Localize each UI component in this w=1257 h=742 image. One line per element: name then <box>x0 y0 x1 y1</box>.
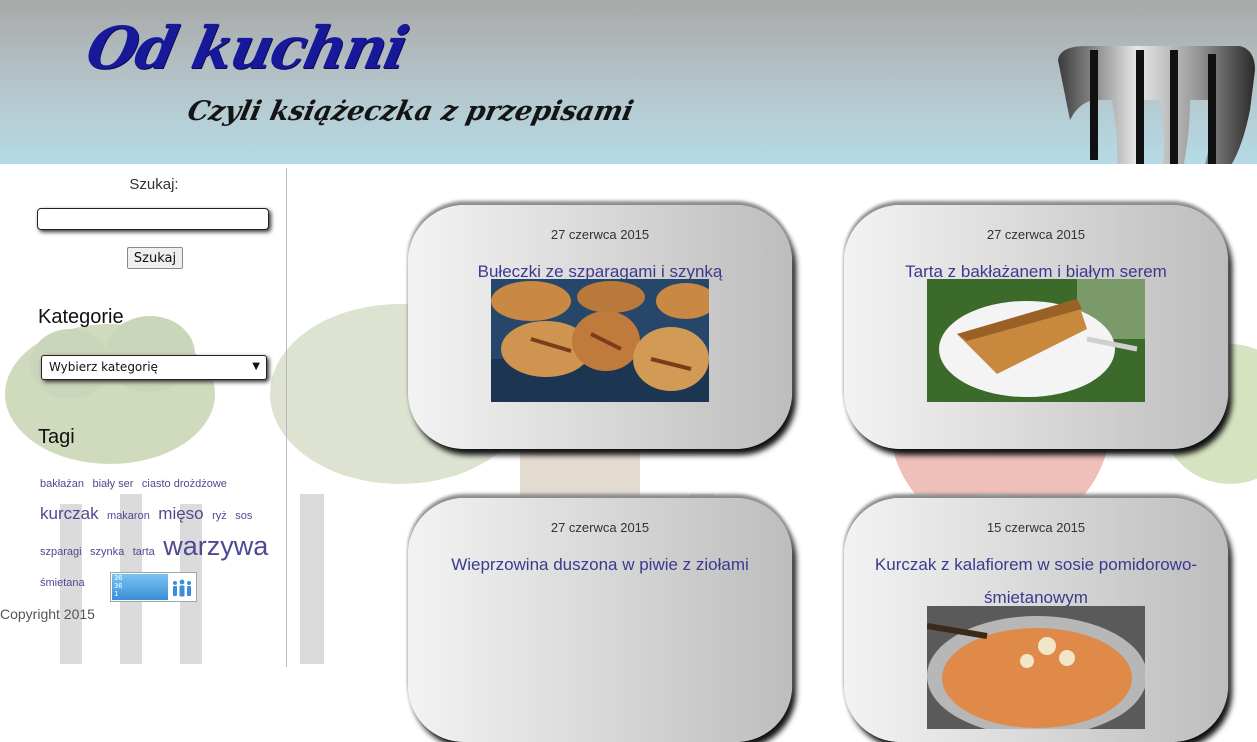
post-thumbnail-image[interactable] <box>927 606 1145 729</box>
post-card[interactable]: 27 czerwca 2015 Tarta z bakłażanem i bia… <box>844 205 1228 449</box>
tag-link[interactable]: tarta <box>133 546 155 558</box>
tag-link[interactable]: makaron <box>107 510 150 522</box>
counter-line: 36 <box>114 574 123 582</box>
post-title-link[interactable]: Kurczak z kalafiorem w sosie pomidorowo-… <box>860 548 1212 614</box>
post-date: 15 czerwca 2015 <box>986 520 1086 535</box>
site-header: Od kuchni Czyli książeczka z przepisami <box>0 0 1257 164</box>
counter-line: 1 <box>114 590 119 598</box>
counter-line: 36 <box>114 582 123 590</box>
post-thumbnail-image[interactable] <box>491 279 709 402</box>
copyright: Copyright 2015 <box>0 606 95 622</box>
tag-link[interactable]: szparagi <box>40 546 82 558</box>
fork-logo-icon <box>1058 45 1255 164</box>
tag-link[interactable]: sos <box>235 510 252 522</box>
category-select[interactable]: Wybierz kategorię ▼ <box>41 355 267 380</box>
post-title-link[interactable]: Wieprzowina duszona w piwie z ziołami <box>424 548 776 581</box>
tag-link[interactable]: kurczak <box>40 504 99 523</box>
post-thumbnail-image[interactable] <box>927 279 1145 402</box>
people-icon <box>173 579 191 597</box>
tag-link[interactable]: szynka <box>90 546 124 558</box>
tag-link[interactable]: śmietana <box>40 577 85 589</box>
site-title[interactable]: Od kuchni <box>81 14 413 82</box>
visitor-counter-badge[interactable]: 36 36 1 <box>110 572 197 602</box>
post-card[interactable]: 15 czerwca 2015 Kurczak z kalafiorem w s… <box>844 498 1228 742</box>
chevron-down-icon: ▼ <box>252 361 260 372</box>
post-card[interactable]: 27 czerwca 2015 Wieprzowina duszona w pi… <box>408 498 792 742</box>
post-date: 27 czerwca 2015 <box>550 520 650 535</box>
site-subtitle: Czyli książeczka z przepisami <box>184 96 637 127</box>
sidebar-divider <box>286 168 287 667</box>
tag-link[interactable]: ryż <box>212 510 227 522</box>
post-date: 27 czerwca 2015 <box>550 227 650 242</box>
search-label: Szukaj: <box>129 176 179 193</box>
tag-link[interactable]: warzywa <box>163 531 268 561</box>
counter-values: 36 36 1 <box>112 574 168 600</box>
tag-link[interactable]: mięso <box>158 504 203 523</box>
search-button[interactable]: Szukaj <box>127 247 183 269</box>
tags-heading: Tagi <box>38 426 75 448</box>
tag-link[interactable]: bakłażan <box>40 478 84 490</box>
category-select-value: Wybierz kategorię <box>49 360 158 374</box>
tag-link[interactable]: ciasto drożdżowe <box>142 478 227 490</box>
post-date: 27 czerwca 2015 <box>986 227 1086 242</box>
categories-heading: Kategorie <box>38 306 124 328</box>
post-card[interactable]: 27 czerwca 2015 Bułeczki ze szparagami i… <box>408 205 792 449</box>
tag-link[interactable]: biały ser <box>93 478 134 490</box>
search-input[interactable] <box>37 208 269 230</box>
